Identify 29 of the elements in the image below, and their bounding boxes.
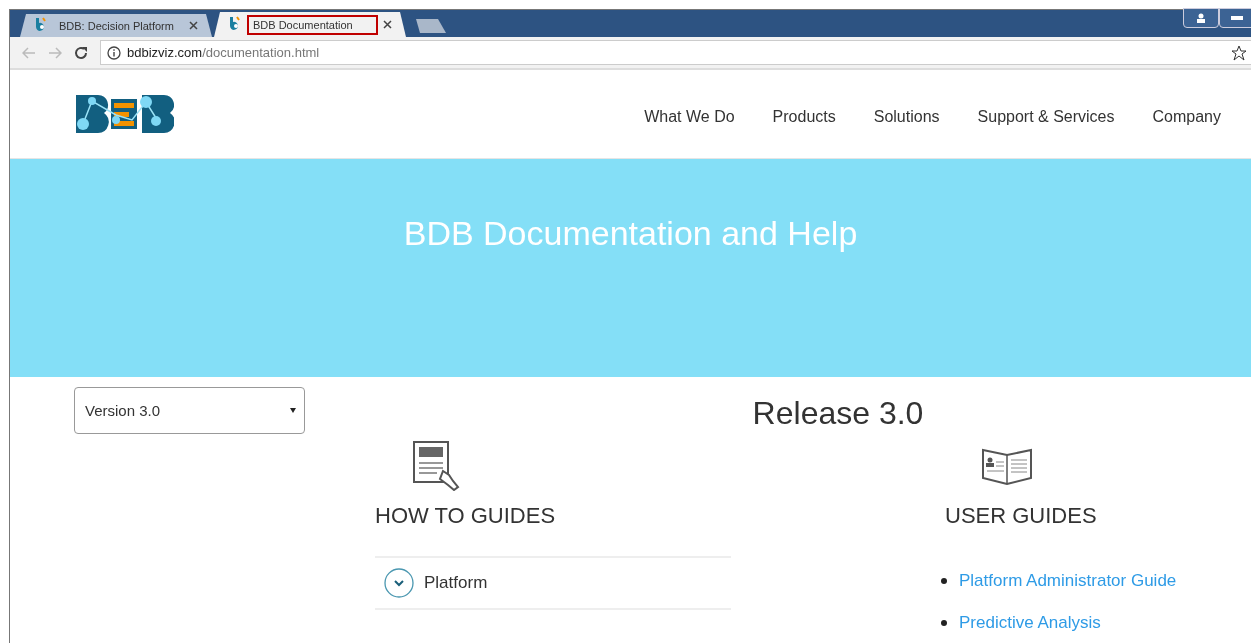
close-icon[interactable] bbox=[383, 20, 392, 29]
section-heading: HOW TO GUIDES bbox=[375, 503, 557, 529]
bullet-icon bbox=[941, 578, 947, 584]
user-icon[interactable] bbox=[1183, 8, 1219, 28]
star-icon[interactable] bbox=[1231, 44, 1247, 61]
tab-title: BDB: Decision Platform bbox=[58, 18, 175, 34]
browser-tab[interactable]: BDB: Decision Platform bbox=[20, 14, 212, 37]
tab-title: BDB Documentation bbox=[247, 14, 378, 35]
info-icon bbox=[107, 45, 121, 60]
hero-title: BDB Documentation and Help bbox=[403, 214, 858, 254]
nav-link[interactable]: Products bbox=[772, 108, 836, 126]
nav-link[interactable]: Solutions bbox=[873, 108, 940, 126]
close-icon[interactable] bbox=[189, 21, 198, 30]
section-heading: USER GUIDES bbox=[945, 503, 1098, 529]
nav-link[interactable]: Support & Services bbox=[977, 108, 1115, 126]
bullet-icon bbox=[941, 620, 947, 626]
document-hand-icon bbox=[413, 440, 461, 491]
logo[interactable] bbox=[76, 93, 174, 135]
minimize-icon[interactable] bbox=[1219, 8, 1251, 28]
nav-link[interactable]: Company bbox=[1152, 108, 1221, 126]
url-text: bdbizviz.com/documentation.html bbox=[127, 45, 320, 60]
version-select[interactable]: Version 3.0 bbox=[74, 387, 305, 434]
release-title: Release 3.0 bbox=[751, 395, 924, 432]
accordion-item[interactable]: Platform bbox=[375, 556, 731, 610]
address-bar[interactable]: bdbizviz.com/documentation.html bbox=[100, 40, 1251, 65]
browser-tab[interactable]: BDB Documentation bbox=[214, 12, 406, 37]
open-book-icon bbox=[981, 446, 1033, 485]
nav-link[interactable]: What We Do bbox=[644, 108, 735, 126]
caret-icon bbox=[290, 408, 296, 413]
